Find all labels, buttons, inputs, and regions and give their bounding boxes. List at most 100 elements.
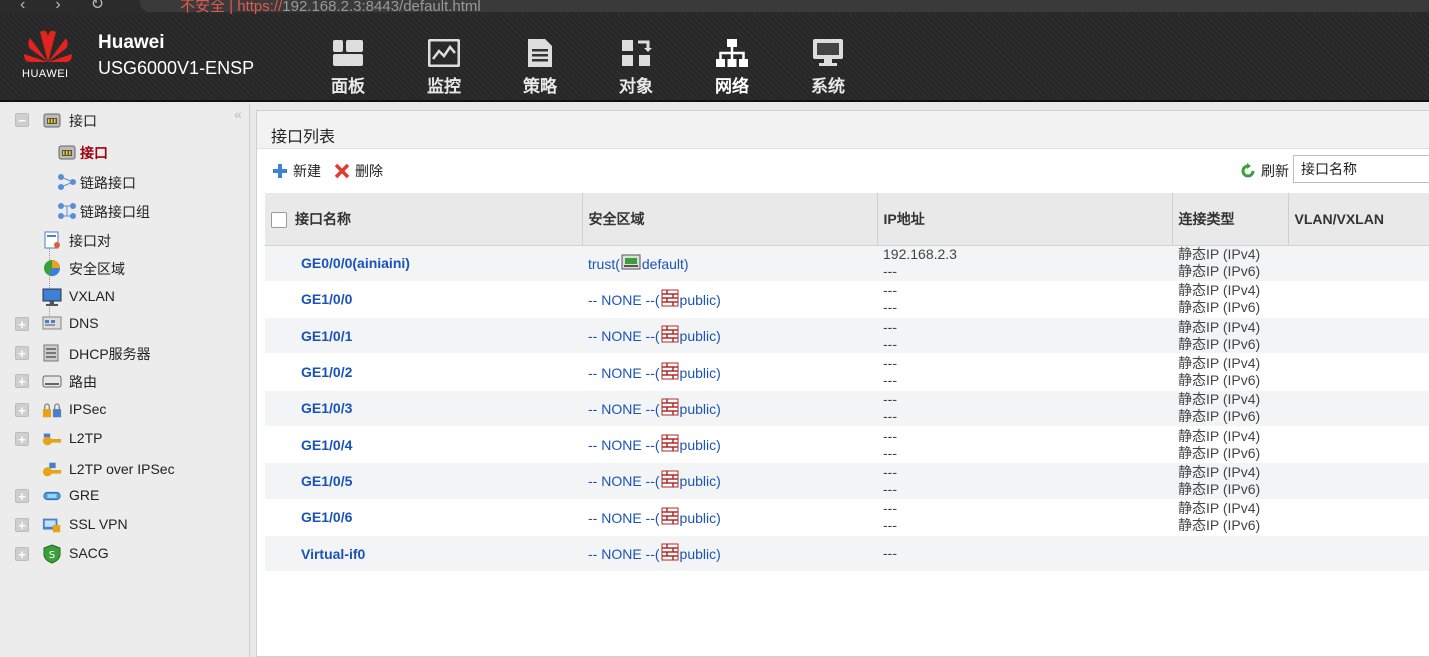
column-security-zone[interactable]: 安全区域 (582, 193, 878, 246)
menu-object[interactable]: 对象 (588, 38, 684, 97)
url-prefix: 不安全 | https:// (180, 0, 283, 14)
panel-title: 接口列表 (257, 111, 1429, 149)
security-zone-link[interactable]: -- NONE --(public) (588, 470, 721, 489)
security-zone-link[interactable]: trust(default) (588, 254, 689, 272)
table-row[interactable]: GE1/0/3 -- NONE --(public) --- --- 静态IP (… (265, 390, 1429, 427)
connection-type: 静态IP (IPv4) 静态IP (IPv6) (1178, 427, 1261, 461)
ip-address: --- --- (883, 427, 897, 461)
toolbar: 新建 删除 刷新 (257, 151, 1429, 191)
interface-name-link[interactable]: GE1/0/6 (271, 509, 352, 525)
collapse-toggle-icon[interactable]: − (15, 113, 29, 127)
table-row[interactable]: GE1/0/6 -- NONE --(public) --- --- 静态IP (… (265, 499, 1429, 536)
refresh-button[interactable]: 刷新 (1239, 161, 1289, 181)
route-icon (42, 371, 62, 391)
collapse-sidebar-icon[interactable]: « (234, 106, 242, 122)
connection-type: 静态IP (IPv4) 静态IP (IPv6) (1178, 246, 1261, 280)
menu-monitor[interactable]: 监控 (396, 38, 492, 97)
vlan-vxlan-cell (1288, 535, 1429, 573)
table-row[interactable]: GE0/0/0(ainiaini) trust(default) 192.168… (265, 245, 1429, 282)
interface-icon (57, 142, 77, 162)
table-row[interactable]: Virtual-if0 -- NONE --(public) --- (265, 535, 1429, 573)
ip-address: --- --- (883, 463, 897, 497)
select-all-checkbox[interactable] (271, 212, 287, 229)
device-model: USG6000V1-ENSP (98, 58, 255, 78)
link-interface-icon (57, 172, 77, 192)
sidebar-item-label: 链路接口 (80, 175, 136, 191)
security-zone-link[interactable]: -- NONE --(public) (588, 398, 721, 417)
connection-type: 静态IP (IPv4) 静态IP (IPv6) (1178, 391, 1261, 425)
table-row[interactable]: GE1/0/1 -- NONE --(public) --- --- 静态IP (… (265, 317, 1429, 355)
url-path: 192.168.2.3:8443/default.html (282, 0, 481, 14)
column-interface-name[interactable]: 接口名称 (265, 193, 583, 246)
l2tp-icon (42, 429, 62, 449)
expand-toggle-icon[interactable]: + (15, 547, 29, 561)
interface-list-panel: 接口列表 新建 删除 刷新 接口名称 安全区域 IP地址 连接类型 VLAN/V… (256, 110, 1429, 657)
refresh-icon (1239, 162, 1257, 180)
connection-type: 静态IP (IPv4) 静态IP (IPv6) (1178, 282, 1261, 316)
interface-name-link[interactable]: GE1/0/3 (271, 400, 352, 416)
table-row[interactable]: GE1/0/5 -- NONE --(public) --- --- 静态IP (… (265, 462, 1429, 500)
search-input[interactable] (1293, 155, 1429, 183)
sidebar-item-label: L2TP over IPSec (69, 461, 175, 477)
browser-nav-icons[interactable]: ‹›↻ (20, 0, 134, 14)
table-row[interactable]: GE1/0/4 -- NONE --(public) --- --- 静态IP (… (265, 426, 1429, 464)
sidebar-item-label: IPSec (69, 401, 107, 417)
new-button[interactable]: 新建 (271, 161, 321, 181)
brand-name: Huawei (98, 32, 165, 53)
firewall-zone-icon (661, 398, 679, 416)
vlan-vxlan-cell (1288, 499, 1429, 536)
column-vlan-vxlan[interactable]: VLAN/VXLAN (1288, 193, 1429, 246)
interface-name-link[interactable]: GE0/0/0(ainiaini) (271, 255, 410, 271)
ssl-vpn-icon (42, 515, 62, 535)
address-url[interactable]: 不安全 | https://192.168.2.3:8443/default.h… (180, 0, 481, 14)
expand-toggle-icon[interactable]: + (15, 346, 29, 360)
table-row[interactable]: GE1/0/0 -- NONE --(public) --- --- 静态IP (… (265, 281, 1429, 319)
interface-name-link[interactable]: GE1/0/0 (271, 291, 352, 307)
brand: Huawei USG6000V1-ENSP (98, 32, 254, 79)
interface-name-link[interactable]: Virtual-if0 (271, 546, 365, 562)
firewall-zone-icon (661, 543, 679, 561)
interface-name-link[interactable]: GE1/0/2 (271, 364, 352, 380)
menu-network[interactable]: 网络 (684, 38, 780, 97)
expand-toggle-icon[interactable]: + (15, 374, 29, 388)
interface-icon (42, 110, 62, 130)
menu-system[interactable]: 系统 (780, 38, 876, 97)
menu-policy[interactable]: 策略 (492, 38, 588, 97)
sidebar-item-label: 接口对 (69, 233, 111, 249)
sidebar-item-label: DHCP服务器 (69, 346, 151, 362)
sidebar-item-label: DNS (69, 315, 99, 331)
firewall-zone-icon (661, 289, 679, 307)
delete-button[interactable]: 删除 (333, 161, 383, 181)
sidebar-item-label: 接口 (80, 145, 108, 161)
table-row[interactable]: GE1/0/2 -- NONE --(public) --- --- 静态IP (… (265, 353, 1429, 391)
column-ip-address[interactable]: IP地址 (877, 193, 1173, 246)
security-zone-link[interactable]: -- NONE --(public) (588, 362, 721, 381)
interface-name-link[interactable]: GE1/0/5 (271, 473, 352, 489)
expand-toggle-icon[interactable]: + (15, 518, 29, 532)
connection-type: 静态IP (IPv4) 静态IP (IPv6) (1178, 318, 1261, 352)
sidebar-item-label: SACG (69, 545, 109, 561)
security-zone-link[interactable]: -- NONE --(public) (588, 325, 721, 344)
dhcp-server-icon (42, 343, 62, 363)
expand-toggle-icon[interactable]: + (15, 403, 29, 417)
interface-name-link[interactable]: GE1/0/4 (271, 437, 352, 453)
expand-toggle-icon[interactable]: + (15, 432, 29, 446)
firewall-zone-icon (661, 325, 679, 343)
column-connection-type[interactable]: 连接类型 (1172, 193, 1289, 246)
expand-toggle-icon[interactable]: + (15, 317, 29, 331)
expand-toggle-icon[interactable]: + (15, 489, 29, 503)
ip-address: --- --- (883, 391, 897, 425)
vlan-vxlan-cell (1288, 245, 1429, 282)
security-zone-link[interactable]: -- NONE --(public) (588, 434, 721, 453)
ip-address: --- --- (883, 318, 897, 352)
interface-name-link[interactable]: GE1/0/1 (271, 328, 352, 344)
sidebar-item-label: VXLAN (69, 288, 115, 304)
security-zone-link[interactable]: -- NONE --(public) (588, 289, 721, 308)
security-zone-link[interactable]: -- NONE --(public) (588, 543, 721, 562)
network-icon (716, 39, 748, 67)
menu-dashboard[interactable]: 面板 (300, 38, 396, 97)
sidebar-item-label: 安全区域 (69, 261, 125, 277)
security-zone-link[interactable]: -- NONE --(public) (588, 507, 721, 526)
browser-toolbar: ‹›↻ 不安全 | https://192.168.2.3:8443/defau… (0, 0, 1429, 14)
sidebar-item-label: L2TP (69, 430, 103, 446)
